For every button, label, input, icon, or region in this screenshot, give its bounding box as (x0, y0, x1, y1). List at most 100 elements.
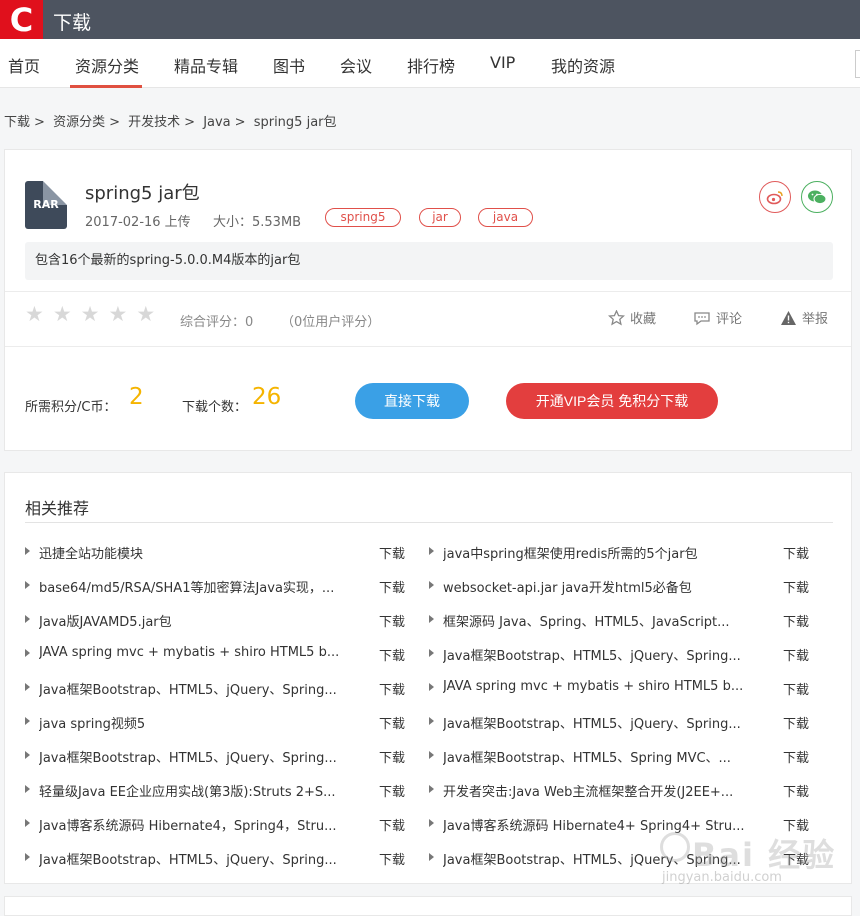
related-item-title[interactable]: Java框架Bootstrap、HTML5、jQuery、Spring... (39, 747, 349, 766)
watermark-url: jingyan.baidu.com (662, 870, 782, 885)
file-type-label: RAR (33, 198, 59, 211)
nav-albums[interactable]: 精品专辑 (174, 53, 238, 77)
breadcrumb-dev-tech[interactable]: 开发技术 (128, 115, 180, 130)
breadcrumb-current: spring5 jar包 (253, 115, 337, 130)
bullet-arrow-icon (429, 819, 434, 827)
related-item-title[interactable]: Java博客系统源码 Hibernate4，Spring4，Stru... (39, 815, 349, 834)
bullet-arrow-icon (429, 853, 434, 861)
breadcrumb-java[interactable]: Java (203, 115, 230, 130)
list-item: Java框架Bootstrap、HTML5、jQuery、Spring... 下载 (429, 713, 819, 732)
star-icon[interactable]: ★ (136, 304, 155, 325)
related-download-link[interactable]: 下载 (783, 645, 809, 664)
bullet-arrow-icon (429, 717, 434, 725)
wechat-share-button[interactable] (801, 181, 833, 213)
related-download-link[interactable]: 下载 (379, 713, 405, 732)
related-item-title[interactable]: JAVA spring mvc + mybatis + shiro HTML5 … (39, 645, 349, 660)
breadcrumb-separator: > (109, 115, 120, 130)
bullet-arrow-icon (25, 649, 30, 657)
related-download-link[interactable]: 下载 (379, 543, 405, 562)
related-download-link[interactable]: 下载 (379, 849, 405, 868)
weibo-icon (766, 191, 783, 205)
related-download-link[interactable]: 下载 (379, 679, 405, 698)
report-button[interactable]: 举报 (780, 308, 828, 327)
tag-spring5[interactable]: spring5 (325, 208, 401, 227)
upload-date: 2017-02-16 上传 (85, 215, 191, 230)
file-size: 大小：5.53MB (213, 215, 302, 230)
downloads-value: 26 (252, 384, 282, 410)
bullet-arrow-icon (429, 547, 434, 555)
related-item-title[interactable]: Java版JAVAMD5.jar包 (39, 611, 349, 630)
logo-letter: C (9, 0, 34, 39)
vip-download-button[interactable]: 开通VIP会员 免积分下载 (506, 383, 718, 419)
related-item-title[interactable]: java中spring框架使用redis所需的5个jar包 (443, 543, 753, 562)
related-item-title[interactable]: Java框架Bootstrap、HTML5、Spring MVC、... (443, 747, 753, 766)
nav-home[interactable]: 首页 (8, 53, 40, 77)
related-item-title[interactable]: websocket-api.jar java开发html5必备包 (443, 577, 753, 596)
related-item-title[interactable]: 迅捷全站功能模块 (39, 543, 349, 562)
bullet-arrow-icon (429, 649, 434, 657)
bullet-arrow-icon (429, 581, 434, 589)
related-download-link[interactable]: 下载 (783, 543, 809, 562)
comment-button[interactable]: 评论 (693, 308, 742, 327)
bullet-arrow-icon (25, 615, 30, 623)
bullet-arrow-icon (429, 751, 434, 759)
breadcrumb-separator: > (34, 115, 45, 130)
nav-my-resources[interactable]: 我的资源 (551, 53, 615, 77)
rating-users: （0位用户评分） (281, 315, 381, 330)
related-item-title[interactable]: JAVA spring mvc + mybatis + shiro HTML5 … (443, 679, 753, 694)
related-item-title[interactable]: java spring视频5 (39, 713, 349, 732)
star-icon[interactable]: ★ (108, 304, 127, 325)
related-item-title[interactable]: Java框架Bootstrap、HTML5、jQuery、Spring... (39, 679, 349, 698)
star-icon[interactable]: ★ (25, 304, 44, 325)
related-download-link[interactable]: 下载 (783, 781, 809, 800)
related-item-title[interactable]: 轻量级Java EE企业应用实战(第3版):Struts 2+S... (39, 781, 349, 800)
related-download-link[interactable]: 下载 (783, 577, 809, 596)
nav-rankings[interactable]: 排行榜 (407, 53, 455, 77)
related-download-link[interactable]: 下载 (783, 679, 809, 698)
nav-books[interactable]: 图书 (273, 53, 305, 77)
tag-jar[interactable]: jar (419, 208, 461, 227)
paw-icon (660, 832, 690, 862)
nav-vip[interactable]: VIP (490, 53, 515, 72)
baidu-jingyan-watermark: Bai 经验 jingyan.baidu.com (650, 826, 860, 904)
breadcrumb-categories[interactable]: 资源分类 (53, 115, 105, 130)
direct-download-button[interactable]: 直接下载 (355, 383, 469, 419)
rating-stars[interactable]: ★ ★ ★ ★ ★ (25, 304, 155, 325)
related-download-link[interactable]: 下载 (379, 781, 405, 800)
related-download-link[interactable]: 下载 (783, 713, 809, 732)
search-input[interactable] (855, 50, 860, 78)
related-download-link[interactable]: 下载 (783, 611, 809, 630)
star-outline-icon (608, 309, 625, 326)
nav-categories[interactable]: 资源分类 (75, 53, 139, 77)
divider (5, 291, 851, 292)
related-download-link[interactable]: 下载 (379, 747, 405, 766)
downloads-label: 下载个数： (182, 400, 248, 415)
related-download-link[interactable]: 下载 (379, 577, 405, 596)
star-icon[interactable]: ★ (53, 304, 72, 325)
related-download-link[interactable]: 下载 (379, 611, 405, 630)
breadcrumb-separator: > (234, 115, 246, 130)
related-item-title[interactable]: 框架源码 Java、Spring、HTML5、JavaScript... (443, 611, 753, 630)
related-item-title[interactable]: 开发者突击:Java Web主流框架整合开发(J2EE+... (443, 781, 753, 800)
csdn-logo[interactable]: C (0, 0, 43, 39)
related-item-title[interactable]: Java框架Bootstrap、HTML5、jQuery、Spring... (39, 849, 349, 868)
related-item-title[interactable]: base64/md5/RSA/SHA1等加密算法Java实现，... (39, 577, 349, 596)
related-item-title[interactable]: Java框架Bootstrap、HTML5、jQuery、Spring... (443, 645, 753, 664)
related-download-link[interactable]: 下载 (783, 747, 809, 766)
related-download-link[interactable]: 下载 (379, 645, 405, 664)
related-download-link[interactable]: 下载 (379, 815, 405, 834)
breadcrumb-download[interactable]: 下载 (4, 115, 30, 130)
tag-java[interactable]: java (478, 208, 533, 227)
list-item: java spring视频5 下载 (25, 713, 415, 732)
list-item: JAVA spring mvc + mybatis + shiro HTML5 … (429, 679, 819, 698)
resource-description: 包含16个最新的spring-5.0.0.M4版本的jar包 (25, 242, 833, 280)
rar-file-icon: RAR (25, 181, 67, 229)
related-item-title[interactable]: Java框架Bootstrap、HTML5、jQuery、Spring... (443, 713, 753, 732)
weibo-share-button[interactable] (759, 181, 791, 213)
divider (5, 346, 851, 347)
list-item: Java框架Bootstrap、HTML5、Spring MVC、... 下载 (429, 747, 819, 766)
warning-icon (781, 310, 796, 325)
star-icon[interactable]: ★ (81, 304, 100, 325)
favorite-button[interactable]: 收藏 (608, 308, 656, 327)
nav-conferences[interactable]: 会议 (340, 53, 372, 77)
